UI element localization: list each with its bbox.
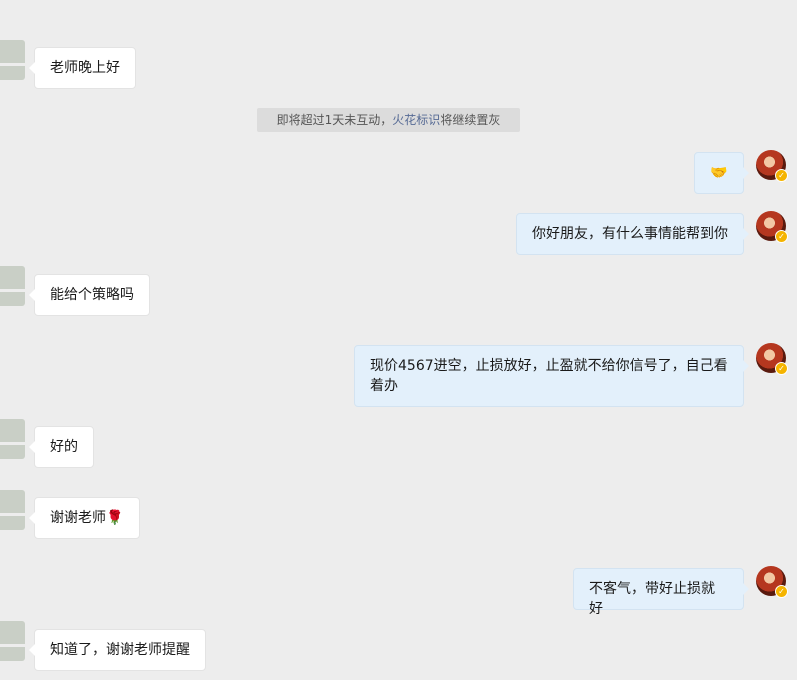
- contact-avatar[interactable]: [0, 419, 25, 459]
- message-text: 知道了，谢谢老师提醒: [50, 642, 190, 658]
- contact-avatar[interactable]: [0, 621, 25, 661]
- message-bubble[interactable]: 知道了，谢谢老师提醒: [29, 629, 206, 671]
- message-text: 现价4567进空，止损放好，止盈就不给你信号了，自己看着办: [370, 358, 728, 394]
- self-avatar[interactable]: ✓: [756, 211, 788, 243]
- message-bubble[interactable]: 现价4567进空，止损放好，止盈就不给你信号了，自己看着办: [354, 345, 749, 407]
- message-text: 不客气，带好止损就好: [589, 581, 715, 617]
- contact-avatar[interactable]: [0, 266, 25, 306]
- contact-avatar[interactable]: [0, 490, 25, 530]
- message-text: 老师晚上好: [50, 60, 120, 76]
- message-text: 谢谢老师🌹: [50, 510, 124, 526]
- verified-badge-icon: ✓: [775, 362, 788, 375]
- message-text: 你好朋友，有什么事情能帮到你: [532, 226, 728, 242]
- system-notice-suffix: 将继续置灰: [440, 113, 501, 127]
- self-avatar[interactable]: ✓: [756, 150, 788, 182]
- message-bubble[interactable]: 你好朋友，有什么事情能帮到你: [516, 213, 749, 255]
- message-bubble[interactable]: 谢谢老师🌹: [29, 497, 140, 539]
- verified-badge-icon: ✓: [775, 585, 788, 598]
- message-text: 好的: [50, 439, 78, 455]
- message-bubble[interactable]: 能给个策略吗: [29, 274, 150, 316]
- contact-avatar[interactable]: [0, 40, 25, 80]
- handshake-emoji-icon: 🤝: [710, 165, 728, 181]
- message-text: 能给个策略吗: [50, 287, 134, 303]
- chat-area: 老师晚上好 即将超过1天未互动，火花标识将继续置灰 ✓ 🤝 ✓ 你好朋友，有什么…: [0, 0, 797, 680]
- message-bubble[interactable]: 老师晚上好: [29, 47, 136, 89]
- message-bubble[interactable]: 🤝: [694, 152, 749, 194]
- verified-badge-icon: ✓: [775, 169, 788, 182]
- self-avatar[interactable]: ✓: [756, 343, 788, 375]
- self-avatar[interactable]: ✓: [756, 566, 788, 598]
- message-bubble[interactable]: 不客气，带好止损就好: [573, 568, 749, 617]
- system-notice-prefix: 即将超过1天未互动，: [276, 113, 393, 127]
- system-notice: 即将超过1天未互动，火花标识将继续置灰: [257, 108, 520, 132]
- verified-badge-icon: ✓: [775, 230, 788, 243]
- message-bubble[interactable]: 好的: [29, 426, 94, 468]
- spark-link[interactable]: 火花标识: [392, 113, 440, 127]
